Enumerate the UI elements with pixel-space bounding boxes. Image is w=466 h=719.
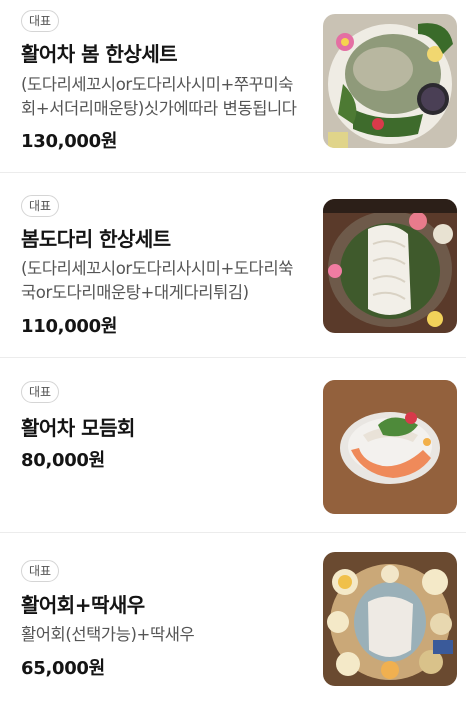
menu-item[interactable]: 대표 활어차 모듬회 80,000원	[0, 358, 466, 533]
menu-item-name: 활어회+딱새우	[21, 593, 145, 617]
menu-item-price: 130,000원	[21, 131, 118, 152]
signature-badge: 대표	[21, 381, 60, 403]
menu-item[interactable]: 대표 활어회+딱새우 활어회(선택가능)+딱새우 65,000원	[0, 533, 466, 719]
menu-item-description: 활어회(선택가능)+딱새우	[21, 625, 195, 644]
menu-item-description: (도다리세꼬시or도다리사시미+도다리쑥국or도다리매운탕+대게다리튀김)	[21, 259, 294, 302]
menu-item-name: 활어차 봄 한상세트	[21, 42, 178, 66]
seafood-set-dish-photo[interactable]	[323, 14, 457, 148]
signature-badge: 대표	[21, 560, 60, 582]
menu-item[interactable]: 대표 봄도다리 한상세트 (도다리세꼬시or도다리사시미+도다리쑥국or도다리매…	[0, 173, 466, 358]
signature-badge: 대표	[21, 195, 60, 217]
menu-item-description: (도다리세꼬시or도다리사시미+쭈꾸미숙회+서더리매운탕)싯가에따라 변동됩니다	[21, 75, 297, 118]
signature-badge: 대표	[21, 10, 60, 32]
menu-list: 대표 활어차 봄 한상세트 (도다리세꼬시or도다리사시미+쭈꾸미숙회+서더리매…	[0, 0, 466, 719]
flounder-sashimi-platter-photo[interactable]	[323, 199, 457, 333]
menu-item-name: 활어차 모듬회	[21, 416, 135, 440]
menu-item-price: 110,000원	[21, 316, 118, 337]
menu-item-name: 봄도다리 한상세트	[21, 227, 171, 251]
assorted-sashimi-photo[interactable]	[323, 380, 457, 514]
menu-item[interactable]: 대표 활어차 봄 한상세트 (도다리세꼬시or도다리사시미+쭈꾸미숙회+서더리매…	[0, 0, 466, 173]
sashimi-with-shrimp-photo[interactable]	[323, 552, 457, 686]
menu-item-price: 80,000원	[21, 450, 105, 471]
menu-item-price: 65,000원	[21, 658, 105, 679]
